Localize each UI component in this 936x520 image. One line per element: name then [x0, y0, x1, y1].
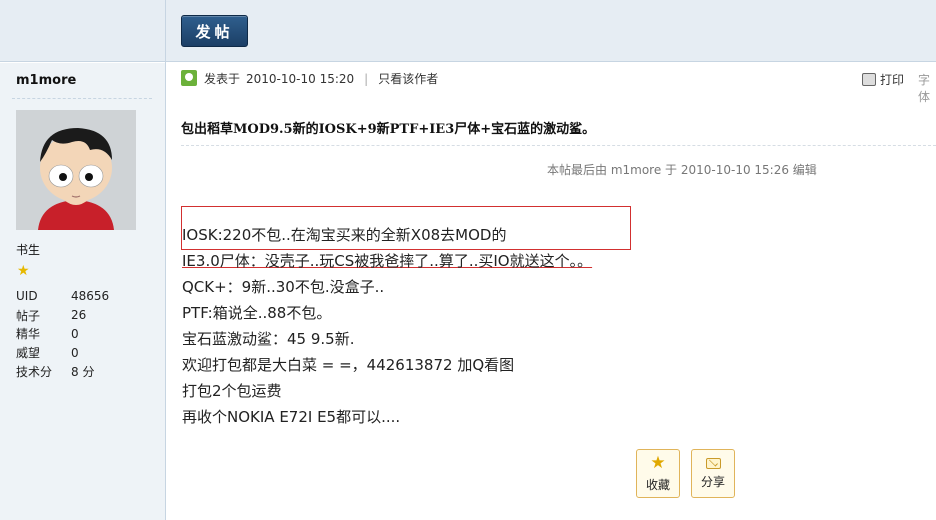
content-line: QCK+：9新..30不包.没盒子..	[182, 278, 385, 296]
stat-label: 威望	[16, 346, 41, 361]
sidebar-divider	[12, 98, 152, 99]
stat-label: 帖子	[16, 308, 41, 323]
post-meta: 发表于 2010-10-10 15:20 | 只看该作者	[204, 70, 438, 87]
top-band-left	[0, 0, 166, 62]
content-line: IOSK:220不包..在淘宝买来的全新X08去MOD的	[182, 226, 507, 244]
stat-label: UID	[16, 289, 38, 304]
star-icon: ★	[17, 263, 30, 279]
meta-separator: |	[364, 71, 369, 86]
stat-row-uid: UID 48656	[16, 287, 121, 306]
stat-row-digest: 精华 0	[16, 325, 121, 344]
post-content: IOSK:220不包..在淘宝买来的全新X08去MOD的 IE3.0尸体：没壳子…	[182, 222, 592, 430]
author-stats: UID 48656 帖子 26 精华 0 威望 0 技术分 8 分	[16, 287, 121, 381]
print-label: 打印	[880, 73, 905, 87]
stat-row-tech-score: 技术分 8 分	[16, 362, 121, 381]
author-username[interactable]: m1more	[16, 73, 76, 88]
stat-label: 技术分	[16, 365, 53, 380]
new-post-button[interactable]: 发帖	[181, 15, 248, 47]
favorite-button[interactable]: ★ 收藏	[636, 449, 680, 498]
column-divider	[165, 0, 166, 520]
title-divider	[181, 145, 936, 146]
stat-value: 48656	[71, 289, 110, 304]
print-icon	[862, 73, 876, 86]
favorite-label: 收藏	[645, 477, 670, 492]
share-button[interactable]: 分享	[691, 449, 735, 498]
avatar-image	[16, 110, 136, 230]
content-line: PTF:箱说全..88不包。	[182, 304, 332, 322]
edit-note: 本帖最后由 m1more 于 2010-10-10 15:26 编辑	[547, 163, 817, 177]
post-author-icon	[181, 70, 197, 86]
content-line: IE3.0尸体：没壳子..玩CS被我爸摔了..算了..买IO就送这个。。	[182, 252, 593, 270]
top-band-right	[166, 0, 936, 62]
posted-label: 发表于	[204, 72, 241, 86]
stat-label: 精华	[16, 327, 41, 342]
content-line: 欢迎打包都是大白菜 = =，442613872 加Q看图	[182, 356, 515, 374]
content-line: 打包2个包运费	[182, 382, 282, 400]
font-size-link[interactable]: 字体	[918, 71, 936, 105]
avatar[interactable]	[16, 110, 136, 230]
content-line: 宝石蓝激动鲨：45 9.5新.	[182, 330, 355, 348]
favorite-star-icon: ★	[650, 452, 666, 473]
stat-value: 8 分	[71, 365, 95, 380]
only-author-link[interactable]: 只看该作者	[378, 70, 438, 87]
stat-row-prestige: 威望 0	[16, 343, 121, 362]
post-title: 包出稻草MOD9.5新的IOSK+9新PTF+IE3尸体+宝石蓝的激动鲨。	[181, 122, 596, 137]
author-rank: 书生	[16, 243, 41, 257]
share-label: 分享	[700, 474, 725, 489]
posted-time: 2010-10-10 15:20	[246, 71, 355, 86]
content-line: 再收个NOKIA E72I E5都可以....	[182, 408, 401, 426]
print-button[interactable]: 打印	[862, 71, 904, 88]
stat-value[interactable]: 26	[71, 308, 121, 322]
stat-row-posts: 帖子 26	[16, 306, 121, 325]
share-envelope-icon	[705, 457, 721, 469]
stat-value: 0	[71, 326, 79, 341]
stat-value: 0	[71, 345, 79, 360]
